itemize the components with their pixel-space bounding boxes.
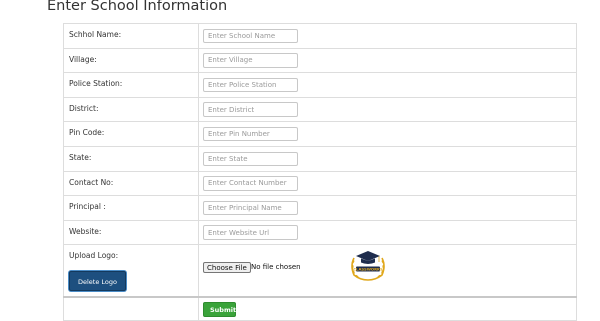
form-row-website: Website: — [63, 219, 577, 246]
school-info-form: Schhol Name: Village: Police Station: Di… — [63, 23, 577, 321]
form-row-school-name: Schhol Name: — [63, 23, 577, 49]
school-name-input[interactable] — [203, 28, 298, 44]
submit-button[interactable]: Submit — [203, 301, 236, 317]
graduation-cap-laurel-icon: CLASSWORKS — [351, 250, 385, 281]
upload-logo-label: Upload Logo: — [69, 251, 119, 261]
file-status-text: No file chosen — [251, 262, 301, 271]
choose-file-button[interactable]: Choose File — [203, 261, 251, 273]
village-input[interactable] — [203, 53, 298, 68]
form-row-police-station: Police Station: — [63, 72, 577, 98]
file-upload-area: Choose File No file chosen CLASSWORKS — [203, 246, 576, 296]
form-row-upload-logo: Upload Logo: Delete Logo Choose File No … — [63, 244, 577, 298]
pin-code-input[interactable] — [203, 126, 298, 142]
svg-text:CLASSWORKS: CLASSWORKS — [353, 266, 383, 271]
form-row-pin-code: Pin Code: — [63, 121, 577, 147]
website-label: Website: — [63, 219, 199, 246]
website-input[interactable] — [203, 225, 298, 240]
district-input[interactable] — [203, 102, 298, 117]
contact-no-input[interactable] — [203, 176, 298, 191]
district-label: District: — [63, 96, 199, 123]
form-row-contact-no: Contact No: — [63, 170, 577, 197]
police-station-label: Police Station: — [63, 72, 199, 98]
form-row-district: District: — [63, 96, 577, 123]
village-label: Village: — [63, 47, 199, 74]
form-row-state: State: — [63, 145, 577, 172]
school-name-label: Schhol Name: — [63, 23, 199, 49]
delete-logo-button[interactable]: Delete Logo — [69, 271, 126, 292]
page-title: Enter School Information — [47, 0, 228, 14]
contact-no-label: Contact No: — [63, 170, 199, 197]
form-row-submit: Submit — [63, 295, 577, 321]
principal-label: Principal : — [63, 195, 199, 221]
school-logo-image: CLASSWORKS — [351, 250, 385, 281]
state-label: State: — [63, 145, 199, 172]
form-row-village: Village: — [63, 47, 577, 74]
principal-input[interactable] — [203, 200, 298, 216]
police-station-input[interactable] — [203, 77, 298, 93]
pin-code-label: Pin Code: — [63, 121, 199, 147]
state-input[interactable] — [203, 151, 298, 167]
form-row-principal: Principal : — [63, 195, 577, 221]
